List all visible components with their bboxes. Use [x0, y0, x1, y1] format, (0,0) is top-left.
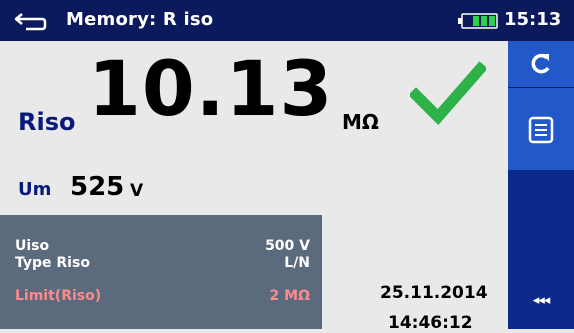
param-value: 2 MΩ	[269, 288, 310, 304]
refresh-icon	[531, 53, 550, 74]
riso-unit: MΩ	[342, 110, 379, 134]
top-bar: Memory: R iso 15:13	[0, 0, 574, 41]
param-row-limit: Limit(Riso) 2 MΩ	[15, 288, 310, 306]
param-value: 500 V	[265, 238, 310, 254]
return-arrow-icon	[14, 13, 47, 31]
param-name: Limit(Riso)	[15, 288, 102, 304]
page-title: Memory: R iso	[66, 9, 214, 30]
record-time: 14:46:12	[388, 313, 473, 333]
riso-label: Riso	[18, 108, 76, 136]
param-value: L/N	[284, 255, 310, 271]
more-options-button[interactable]: ◂◂◂	[508, 277, 574, 329]
record-date: 25.11.2014	[380, 283, 488, 303]
details-button[interactable]	[508, 88, 574, 170]
clock: 15:13	[504, 9, 562, 30]
checkmark-icon	[410, 61, 486, 125]
result-panel: Riso 10.13 MΩ Um 525 V Uiso 500 V Type R…	[0, 41, 508, 333]
um-unit: V	[130, 181, 144, 201]
param-row-uiso: Uiso 500 V	[15, 238, 310, 256]
um-label: Um	[18, 179, 52, 200]
riso-value: 10.13	[88, 44, 334, 133]
param-row-type-riso: Type Riso L/N	[15, 255, 310, 273]
um-value: 525	[70, 172, 125, 202]
retest-button[interactable]	[508, 41, 574, 87]
side-panel: ◂◂◂	[508, 41, 574, 329]
parameters-panel: Uiso 500 V Type Riso L/N Limit(Riso) 2 M…	[0, 215, 322, 329]
battery-icon	[458, 13, 498, 29]
back-button[interactable]	[14, 8, 50, 34]
battery-indicator	[457, 13, 498, 29]
more-options-icon: ◂◂◂	[532, 293, 551, 308]
param-name: Uiso	[15, 238, 50, 254]
param-name: Type Riso	[15, 255, 90, 271]
list-icon	[528, 116, 554, 144]
